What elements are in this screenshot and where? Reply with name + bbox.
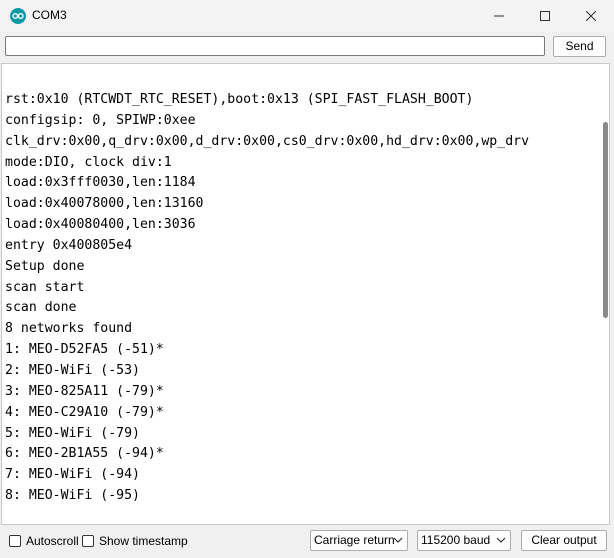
console-line: mode:DIO, clock div:1 <box>5 154 172 170</box>
send-bar: Send <box>0 32 614 60</box>
console-line: load:0x3fff0030,len:1184 <box>5 175 196 191</box>
bottom-bar: Autoscroll Show timestamp Carriage retur… <box>0 526 614 558</box>
console-line: 1: MEO-D52FA5 (-51)* <box>5 342 164 358</box>
baud-rate-value: 115200 baud <box>421 533 491 547</box>
close-button[interactable] <box>568 0 614 32</box>
baud-rate-select[interactable]: 115200 baud <box>417 530 511 551</box>
console-line: entry 0x400805e4 <box>5 237 133 253</box>
timestamp-checkbox[interactable] <box>82 535 94 547</box>
console-line: load:0x40078000,len:13160 <box>5 196 204 212</box>
minimize-button[interactable] <box>476 0 522 32</box>
autoscroll-toggle[interactable]: Autoscroll <box>9 534 79 548</box>
console-line: 7: MEO-WiFi (-94) <box>5 467 140 483</box>
autoscroll-checkbox[interactable] <box>9 535 21 547</box>
output-lines: rst:0x10 (RTCWDT_RTC_RESET),boot:0x13 (S… <box>5 90 529 507</box>
line-ending-value: Carriage return <box>314 533 395 547</box>
console-line: clk_drv:0x00,q_drv:0x00,d_drv:0x00,cs0_d… <box>5 133 530 149</box>
close-icon <box>586 11 596 21</box>
window-title: COM3 <box>32 8 67 22</box>
console-line: 4: MEO-C29A10 (-79)* <box>5 404 164 420</box>
clear-output-button[interactable]: Clear output <box>521 530 607 551</box>
maximize-icon <box>540 11 550 21</box>
arduino-icon <box>10 8 26 24</box>
serial-output[interactable]: rst:0x10 (RTCWDT_RTC_RESET),boot:0x13 (S… <box>1 63 610 525</box>
minimize-icon <box>494 15 504 17</box>
send-button[interactable]: Send <box>553 36 606 57</box>
console-line: 8 networks found <box>5 321 133 337</box>
scrollbar-thumb[interactable] <box>603 122 608 318</box>
console-line: Setup done <box>5 258 85 274</box>
console-line: scan start <box>5 279 85 295</box>
console-line: 3: MEO-825A11 (-79)* <box>5 383 164 399</box>
console-line: load:0x40080400,len:3036 <box>5 217 196 233</box>
console-line: configsip: 0, SPIWP:0xee <box>5 112 196 128</box>
chevron-down-icon <box>496 537 506 543</box>
autoscroll-label: Autoscroll <box>26 534 79 548</box>
console-line: 2: MEO-WiFi (-53) <box>5 362 140 378</box>
timestamp-label: Show timestamp <box>99 534 188 548</box>
vertical-scrollbar[interactable] <box>601 64 609 524</box>
chevron-down-icon <box>393 537 403 543</box>
maximize-button[interactable] <box>522 0 568 32</box>
console-line: scan done <box>5 300 77 316</box>
console-line: rst:0x10 (RTCWDT_RTC_RESET),boot:0x13 (S… <box>5 92 474 107</box>
line-ending-select[interactable]: Carriage return <box>310 530 408 551</box>
message-input[interactable] <box>5 36 545 56</box>
console-line: 5: MEO-WiFi (-79) <box>5 425 140 441</box>
title-bar: COM3 <box>0 0 614 32</box>
console-line: 8: MEO-WiFi (-95) <box>5 488 140 504</box>
timestamp-toggle[interactable]: Show timestamp <box>82 534 188 548</box>
console-line: 6: MEO-2B1A55 (-94)* <box>5 446 164 462</box>
